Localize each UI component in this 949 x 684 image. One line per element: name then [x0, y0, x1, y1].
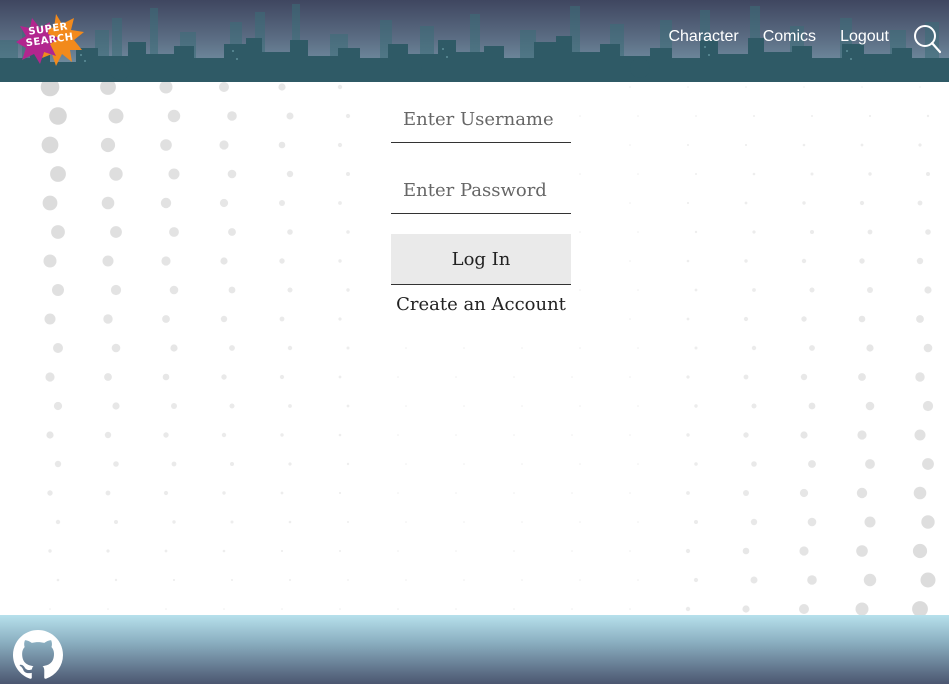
- login-button[interactable]: Log In: [391, 234, 571, 285]
- nav-link-character[interactable]: Character: [668, 28, 738, 46]
- password-input[interactable]: [391, 167, 571, 214]
- github-icon[interactable]: [13, 630, 63, 680]
- search-icon[interactable]: [913, 24, 941, 54]
- username-input[interactable]: [391, 96, 571, 143]
- site-header: SUPER SEARCH Character Comics Logout: [0, 0, 949, 82]
- nav-link-comics[interactable]: Comics: [763, 28, 816, 46]
- site-footer: [0, 615, 949, 684]
- create-account-link[interactable]: Create an Account: [391, 294, 571, 315]
- main-nav: Character Comics Logout: [668, 28, 889, 46]
- login-form: Log In Create an Account: [391, 96, 571, 315]
- nav-link-logout[interactable]: Logout: [840, 28, 889, 46]
